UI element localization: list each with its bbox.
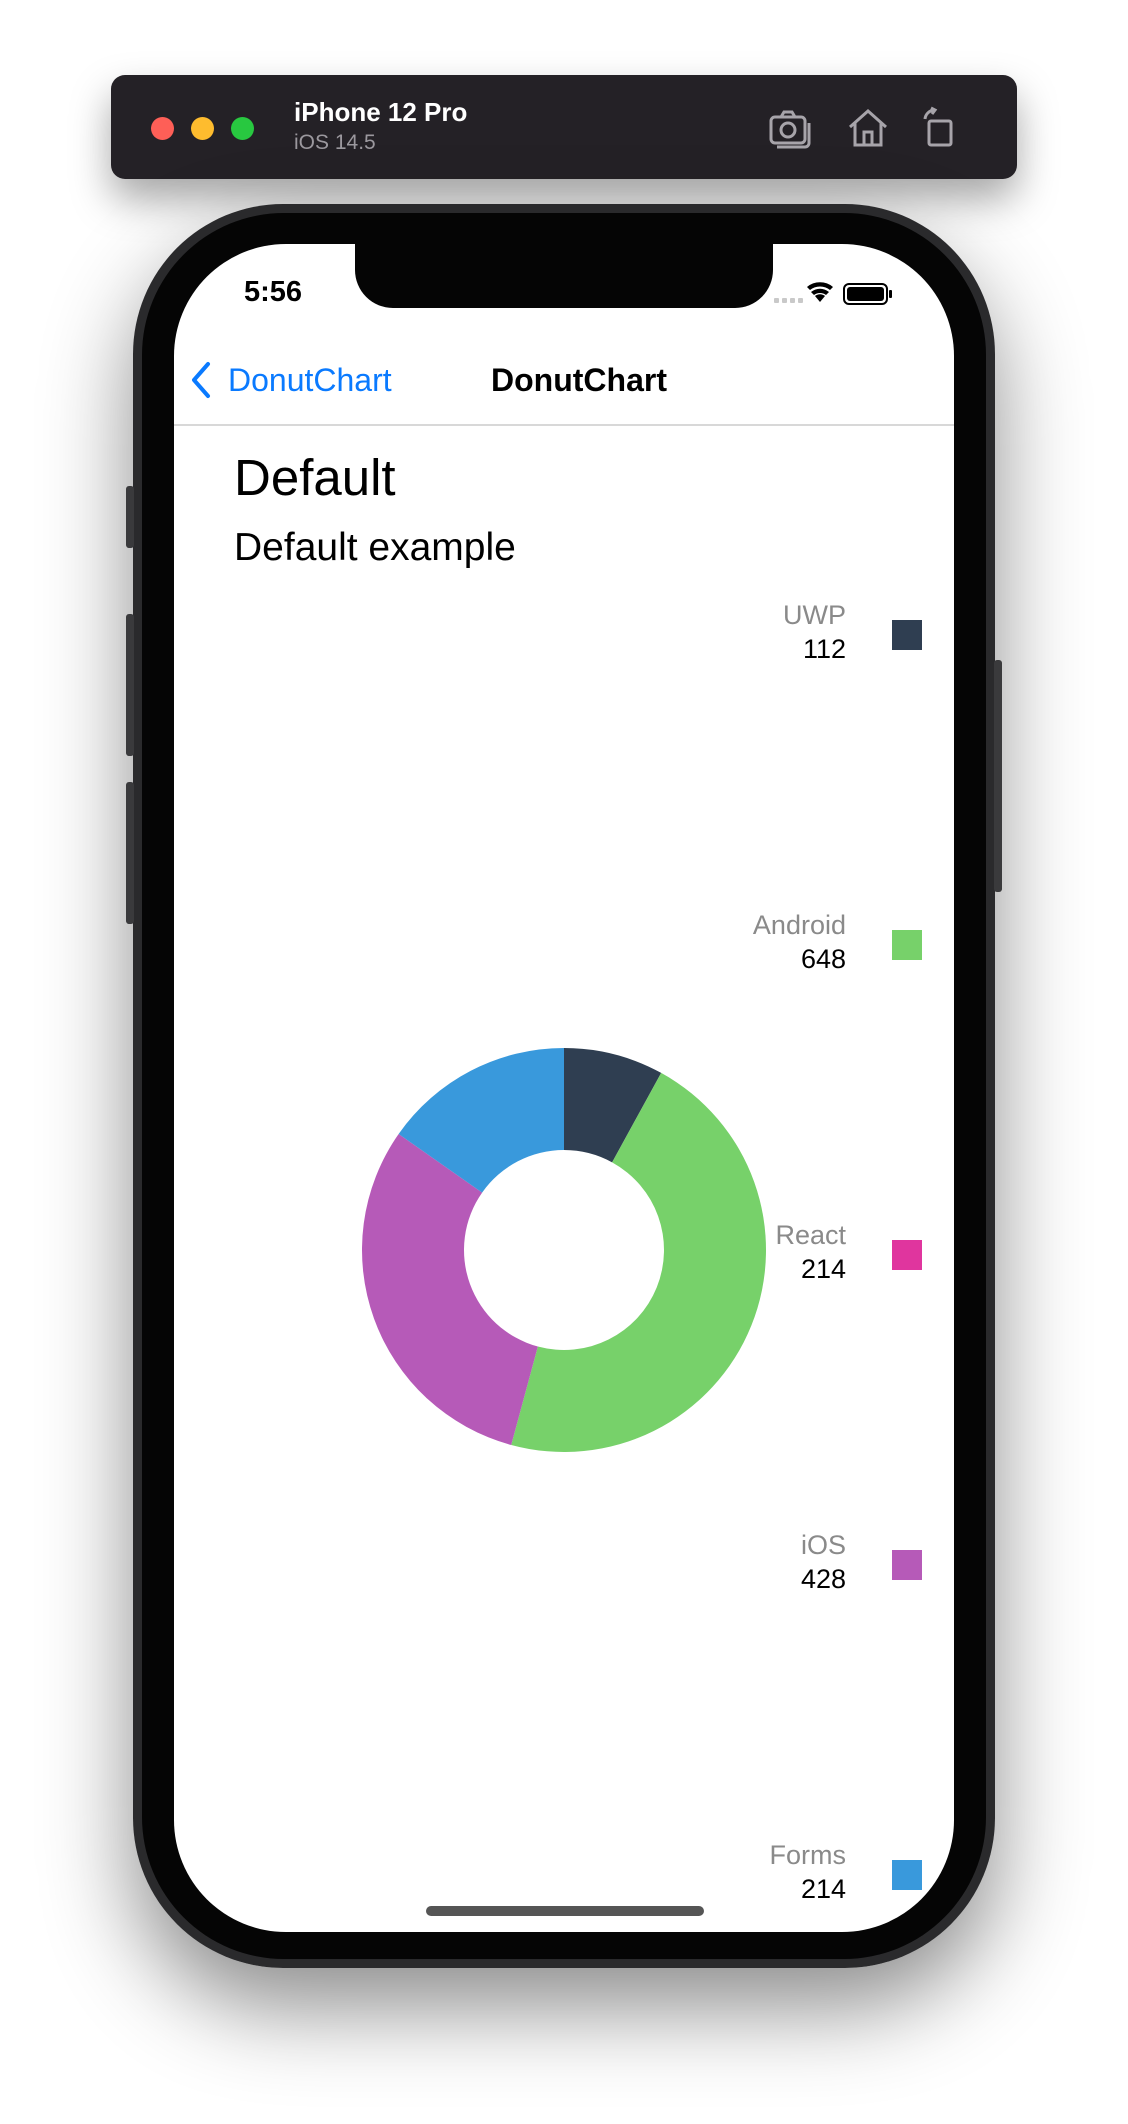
legend-label: React [775,1220,846,1250]
minimize-window-button[interactable] [191,117,214,140]
legend-item-react: React 214 [682,1220,922,1290]
app-screen: 5:56 DonutChart DonutChart Default Defau… [174,244,954,1932]
legend-value: 648 [800,944,846,974]
simulator-title-bar: iPhone 12 Pro iOS 14.5 [111,75,1017,179]
zoom-window-button[interactable] [231,117,254,140]
screenshot-icon[interactable] [767,105,813,151]
legend-label: Android [752,910,846,940]
home-icon[interactable] [845,105,891,151]
legend-swatch [892,930,922,960]
legend-item-android: Android 648 [682,910,922,980]
legend-item-forms: Forms 214 [682,1840,922,1910]
legend-label: UWP [783,600,846,630]
legend-value: 214 [800,1254,846,1284]
legend-swatch [892,1860,922,1890]
legend-item-ios: iOS 428 [682,1530,922,1600]
donut-chart [362,1048,766,1452]
legend-label: Forms [769,1840,847,1870]
legend-swatch [892,1240,922,1270]
legend-value: 428 [800,1564,846,1594]
legend-value: 112 [802,634,846,664]
rotate-icon[interactable] [917,105,963,151]
legend-swatch [892,620,922,650]
volume-down-button [126,782,134,924]
close-window-button[interactable] [151,117,174,140]
device-name: iPhone 12 Pro [294,97,468,127]
side-button [994,660,1002,892]
legend-value: 214 [800,1874,846,1904]
legend-swatch [892,1550,922,1580]
home-indicator[interactable] [426,1906,704,1916]
volume-up-button [126,614,134,756]
mute-switch [126,486,134,548]
legend-label: iOS [800,1530,846,1560]
legend-item-uwp: UWP 112 [682,600,922,670]
donut-slice-ios [362,1133,538,1445]
os-version: iOS 14.5 [294,131,376,154]
